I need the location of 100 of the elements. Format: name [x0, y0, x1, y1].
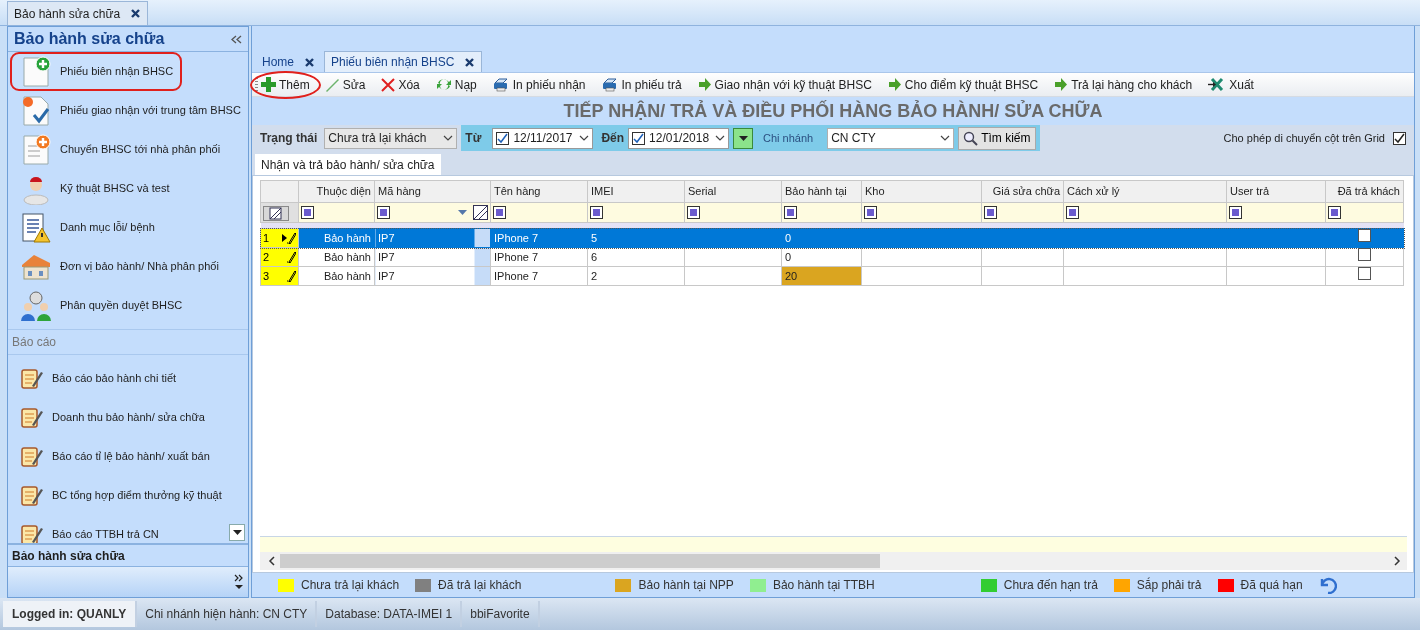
- table-cell: IPhone 7: [490, 228, 588, 248]
- current-row-icon: [282, 234, 287, 242]
- filter-operator-icon: [784, 206, 797, 219]
- column-header[interactable]: Thuộc diện: [298, 180, 375, 203]
- close-icon: [304, 56, 315, 68]
- document-tab[interactable]: Phiếu biên nhận BHSC: [324, 51, 483, 72]
- undo-icon: [1318, 576, 1337, 594]
- sidebar-item[interactable]: Doanh thu bảo hành/ sửa chữa: [10, 398, 222, 437]
- legend-label: Chưa trả lại khách: [301, 577, 400, 594]
- report-icon: [20, 523, 44, 543]
- sidebar-item[interactable]: Phân quyền duyệt BHSC: [10, 286, 244, 325]
- branch-dropdown[interactable]: CN CTY: [827, 127, 955, 149]
- toolbar-button[interactable]: Trả lại hàng cho khách: [1050, 72, 1197, 97]
- status-text: Chi nhánh hiện hành: CN CTY: [137, 601, 318, 627]
- pane-title: Bảo hành sửa chữa: [14, 29, 165, 49]
- arrow-icon: [887, 78, 902, 91]
- column-header[interactable]: Cách xử lý: [1063, 180, 1227, 203]
- printer-icon: [492, 77, 510, 92]
- column-header[interactable]: Tên hàng: [490, 180, 588, 203]
- toolbar-button[interactable]: Nạp: [431, 72, 481, 97]
- search-button[interactable]: Tìm kiếm: [958, 126, 1036, 150]
- column-header[interactable]: Giá sửa chữa: [981, 180, 1064, 203]
- toolbar-button[interactable]: Giao nhận với kỹ thuật BHSC: [693, 72, 876, 97]
- legend-label: Đã quá hạn: [1240, 577, 1303, 594]
- checkbox[interactable]: [1358, 267, 1371, 281]
- toolbar-grip[interactable]: [255, 77, 258, 92]
- column-header[interactable]: User trả: [1226, 180, 1326, 203]
- sidebar-item[interactable]: Phiếu biên nhận BHSC: [10, 52, 182, 91]
- sidebar-item[interactable]: Đơn vị bảo hành/ Nhà phân phối: [10, 247, 244, 286]
- column-header[interactable]: Kho: [861, 180, 982, 203]
- document-check-icon: [20, 94, 52, 127]
- checkbox[interactable]: [632, 131, 646, 145]
- filter-operator-icon: [984, 206, 997, 219]
- sidebar-item[interactable]: Phiếu giao nhận với trung tâm BHSC: [10, 91, 244, 130]
- toolbar-button[interactable]: Sửa: [320, 72, 370, 97]
- tab-label: Bảo hành sửa chữa: [14, 5, 121, 23]
- status-text: Database: DATA-IMEI 1: [317, 601, 463, 627]
- sidebar-item[interactable]: Danh mục lỗi/ bệnh: [10, 208, 244, 247]
- collapse-icon: [231, 34, 242, 44]
- people-icon: [20, 289, 52, 322]
- row-number: 2: [263, 249, 271, 265]
- sidebar-item[interactable]: Chuyển BHSC tới nhà phân phối: [10, 130, 244, 169]
- row-indicator[interactable]: 3: [261, 267, 298, 285]
- document-add-icon: [20, 55, 52, 88]
- toolbar-button[interactable]: Xóa: [377, 72, 424, 97]
- field-label: Chi nhánh: [763, 130, 814, 146]
- expand-icon: [234, 574, 244, 590]
- pencil-icon: [287, 232, 296, 244]
- toolbar-button[interactable]: In phiếu nhận: [488, 72, 590, 97]
- horizontal-scrollbar[interactable]: [260, 552, 1407, 570]
- chevron-down-icon: [715, 134, 726, 142]
- sidebar-item[interactable]: Báo cáo tỉ lệ bảo hành/ xuất bán: [10, 437, 222, 476]
- toolbar-button[interactable]: Xuất: [1204, 72, 1258, 97]
- sidebar-item[interactable]: Báo cáo bảo hành chi tiết: [10, 359, 222, 398]
- row-number: 3: [263, 268, 271, 284]
- pencil-icon: [287, 270, 296, 282]
- toolbar-button[interactable]: In phiếu trả: [597, 72, 686, 97]
- delete-icon: [381, 77, 396, 92]
- checkbox-label: Cho phép di chuyển cột trên Grid: [1223, 130, 1385, 146]
- toolbar-button[interactable]: Thêm: [250, 70, 321, 99]
- column-header[interactable]: Serial: [684, 180, 782, 203]
- filter-editor-icon: [473, 205, 488, 220]
- column-header[interactable]: Bảo hành tại: [781, 180, 862, 203]
- scroll-down-button[interactable]: [229, 524, 245, 541]
- date-field[interactable]: 12/11/2017: [492, 127, 594, 149]
- legend-label: Đã trả lại khách: [438, 577, 522, 594]
- checkbox[interactable]: [1358, 229, 1371, 243]
- sidebar-item[interactable]: BC tổng hợp điểm thưởng kỹ thuật: [10, 476, 222, 515]
- plus-icon: [261, 77, 276, 92]
- column-header[interactable]: IMEI: [587, 180, 685, 203]
- report-icon: [20, 367, 44, 390]
- pencil-icon: [324, 77, 340, 92]
- legend-label: Bảo hành tại NPP: [638, 577, 734, 594]
- column-header[interactable]: Đã trả khách: [1325, 180, 1404, 203]
- pencil-icon: [287, 251, 296, 263]
- table-cell: 5: [587, 228, 685, 248]
- table-cell: IP7: [374, 228, 491, 248]
- legend-label: Sắp phải trả: [1136, 576, 1202, 594]
- dropdown-button[interactable]: [733, 127, 754, 149]
- status-dropdown[interactable]: Chưa trả lại khách: [324, 127, 458, 149]
- panel-tab[interactable]: Nhận và trả bảo hành/ sửa chữa: [255, 154, 441, 175]
- row-indicator[interactable]: 2: [261, 248, 298, 266]
- field-label: Trạng thái: [260, 130, 318, 147]
- sidebar-item[interactable]: Kỹ thuật BHSC và test: [10, 169, 244, 208]
- chevron-down-icon: [940, 134, 951, 142]
- column-header[interactable]: Mã hàng: [374, 180, 491, 203]
- filter-operator-icon: [1066, 206, 1079, 219]
- list-warning-icon: [20, 211, 52, 244]
- table-cell: Bảo hành: [298, 228, 375, 248]
- filter-operator-icon: [493, 206, 506, 219]
- toolbar-button[interactable]: Cho điểm kỹ thuật BHSC: [883, 72, 1043, 97]
- filter-operator-icon: [301, 206, 314, 219]
- checkbox[interactable]: [496, 131, 510, 145]
- document-tab[interactable]: Home: [255, 51, 322, 72]
- caret-icon: [738, 135, 748, 141]
- document-tab[interactable]: Bảo hành sửa chữa: [7, 1, 149, 25]
- row-indicator[interactable]: 1: [261, 229, 298, 247]
- checkbox[interactable]: [1393, 131, 1406, 145]
- sidebar-item[interactable]: Báo cáo TTBH trả CN: [10, 515, 222, 543]
- date-field[interactable]: 12/01/2018: [628, 127, 730, 149]
